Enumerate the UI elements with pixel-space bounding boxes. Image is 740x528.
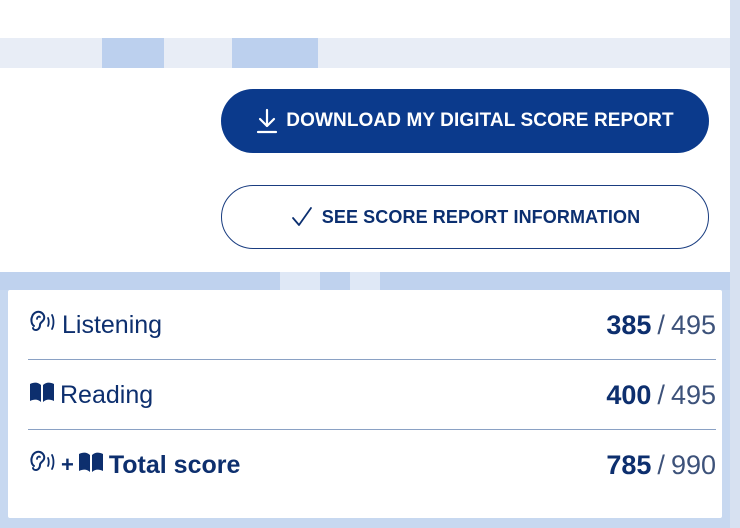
download-button-label: DOWNLOAD MY DIGITAL SCORE REPORT	[286, 110, 674, 131]
background-block	[280, 272, 320, 290]
download-icon	[256, 108, 278, 134]
score-separator: /	[657, 309, 665, 340]
top-card	[0, 0, 730, 38]
score-achieved: 400	[606, 379, 652, 410]
score-label: Reading	[28, 380, 153, 411]
background-block	[350, 272, 380, 290]
score-separator: /	[657, 379, 665, 410]
score-value: 400/495	[606, 380, 716, 411]
background-block	[102, 38, 164, 68]
background-block	[232, 38, 318, 68]
score-separator: /	[657, 449, 665, 480]
lower-background-band	[0, 272, 730, 290]
score-label-text: Total score	[108, 450, 241, 479]
score-max: 495	[670, 379, 716, 410]
ear-icon	[28, 450, 58, 481]
score-achieved: 785	[606, 449, 652, 480]
plus-sign: +	[61, 452, 74, 477]
download-score-report-button[interactable]: DOWNLOAD MY DIGITAL SCORE REPORT	[221, 89, 709, 153]
right-edge-strip	[730, 0, 740, 528]
score-achieved: 385	[606, 309, 652, 340]
score-label-text: Listening	[62, 310, 163, 339]
score-label-text: Reading	[60, 380, 154, 409]
score-table: Listening 385/495 Reading 400/495 + Tota…	[8, 290, 722, 518]
score-row-total: + Total score 785/990	[28, 430, 716, 500]
see-score-report-info-button[interactable]: SEE SCORE REPORT INFORMATION	[221, 185, 709, 249]
score-max: 495	[670, 309, 716, 340]
book-icon	[28, 380, 56, 411]
ear-icon	[28, 310, 58, 341]
score-card: Listening 385/495 Reading 400/495 + Tota…	[0, 290, 730, 528]
checkmark-icon	[290, 205, 314, 229]
info-button-label: SEE SCORE REPORT INFORMATION	[321, 206, 641, 227]
score-value: 385/495	[606, 310, 716, 341]
score-max: 990	[670, 449, 716, 480]
score-value: 785/990	[606, 450, 716, 481]
score-label: Listening	[28, 310, 162, 341]
score-row-reading: Reading 400/495	[28, 360, 716, 430]
book-icon	[77, 450, 105, 481]
score-row-listening: Listening 385/495	[28, 290, 716, 360]
score-label: + Total score	[28, 450, 240, 481]
